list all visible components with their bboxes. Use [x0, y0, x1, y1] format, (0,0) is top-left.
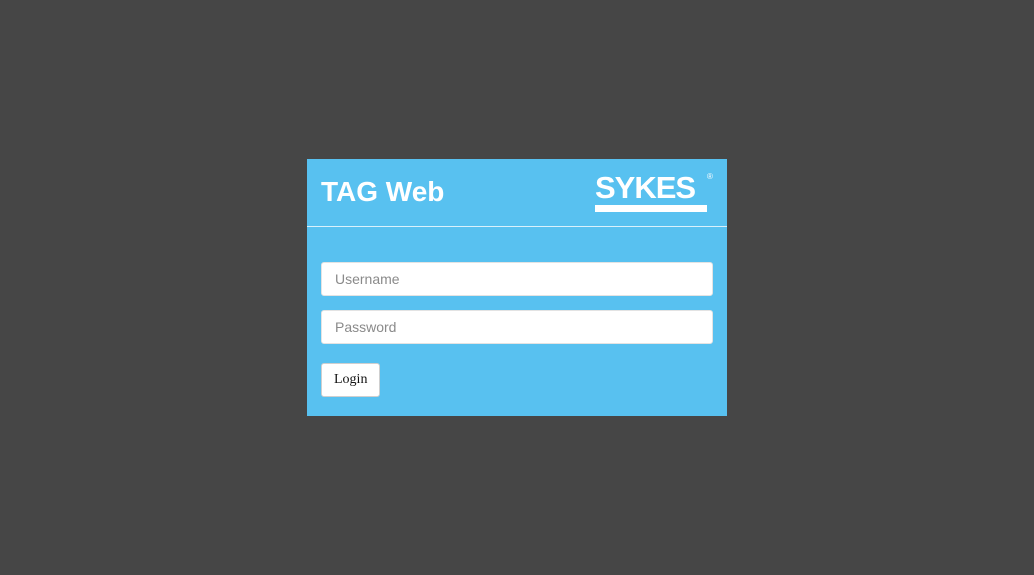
login-panel: TAG Web SYKES ® Login — [307, 159, 727, 416]
registered-mark: ® — [707, 172, 713, 181]
logo-underline-bar — [595, 205, 707, 212]
username-input[interactable] — [321, 262, 713, 296]
logo-text: SYKES — [595, 170, 696, 205]
sykes-logo: SYKES ® — [595, 170, 715, 213]
login-button[interactable]: Login — [321, 363, 381, 397]
app-title: TAG Web — [321, 176, 445, 207]
password-input[interactable] — [321, 310, 713, 344]
panel-header: TAG Web SYKES ® — [307, 159, 727, 227]
